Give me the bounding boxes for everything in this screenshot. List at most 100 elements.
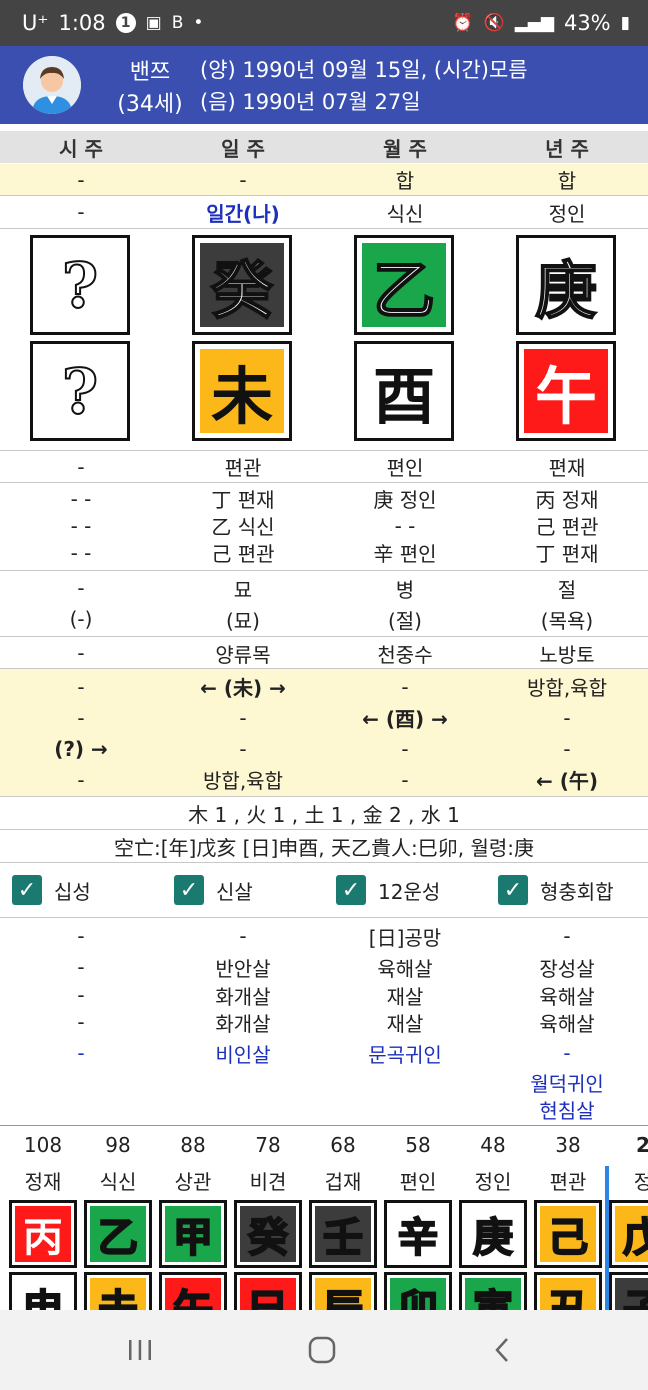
branch-tengod-row: - 편관 편인 편재: [0, 451, 648, 482]
checkbox-checked-icon[interactable]: ✓: [336, 875, 366, 905]
column-header-hour: 시 주: [59, 136, 103, 161]
back-icon[interactable]: [472, 1330, 532, 1370]
checkbox-checked-icon[interactable]: ✓: [174, 875, 204, 905]
daeun-stem-box[interactable]: 癸: [234, 1200, 302, 1268]
gongmang-text: 空亡:[年]戊亥 [日]申酉, 天乙貴人:巳卯, 월령:庚: [113, 835, 534, 860]
daeun-stem-box[interactable]: 甲: [159, 1200, 227, 1268]
sinsal-cell: -: [77, 924, 85, 948]
relation-cell: (?) →: [54, 736, 108, 761]
daeun-branch-box[interactable]: 午: [159, 1272, 227, 1310]
napeum-cell: -: [77, 641, 85, 665]
hidden-stem-cell: 丙 정재: [535, 488, 599, 512]
stem-box[interactable]: 乙: [354, 235, 454, 335]
profile-header: 밴쯔 (34세) (양) 1990년 09월 15일, (시간)모름 (음) 1…: [0, 46, 648, 124]
sinsal-cell: 재살: [386, 1011, 424, 1036]
home-icon[interactable]: [292, 1330, 352, 1370]
tengod-cell: 편인: [386, 456, 424, 480]
daeun-tengod: 정재: [24, 1170, 62, 1194]
relation-cell: -: [401, 767, 409, 792]
daeun-age: 68: [330, 1133, 356, 1157]
hap-cell: 합: [395, 169, 415, 193]
sinsal-row-7: 현침살: [0, 1095, 648, 1123]
hanja-character: 午: [534, 360, 597, 433]
branch-box[interactable]: 酉: [354, 341, 454, 441]
five-elements-summary: 木 1 , 火 1 , 土 1 , 金 2 , 水 1: [0, 798, 648, 828]
daeun-branch-box[interactable]: 寅: [459, 1272, 527, 1310]
daeun-stem-box[interactable]: 戊: [609, 1200, 648, 1268]
sinsal-row-2: - 반안살 육해살 장성살: [0, 953, 648, 981]
daeun-selected-highlight: [605, 1166, 609, 1310]
relation-cell: -: [401, 674, 409, 699]
hap-cell: 합: [557, 169, 577, 193]
stage-sub-cell: (묘): [225, 608, 260, 633]
daeun-tengod: 겁재: [324, 1170, 362, 1194]
dot-icon: •: [193, 13, 204, 33]
hidden-stems-row-2: - - 乙 식신 - - 己 편관: [0, 512, 648, 540]
profile-name: 밴쯔: [129, 60, 171, 85]
daeun-branch-box[interactable]: 巳: [234, 1272, 302, 1310]
daeun-branch-box[interactable]: 丑: [534, 1272, 602, 1310]
relation-cell: -: [563, 736, 571, 761]
stem-box[interactable]: 癸: [192, 235, 292, 335]
tengod-cell: 정인: [548, 201, 586, 226]
checkbox-12unsung[interactable]: ✓ 12운성: [336, 873, 440, 907]
daeun-strip[interactable]: 108 정재 丙申 98 식신 乙未 88 상관 甲午 78 비견 癸巳 68 겁재 壬辰 58 편인 辛卯 48 정…: [0, 1126, 648, 1310]
daeun-tengod: 상관: [174, 1170, 212, 1194]
daeun-stem-box[interactable]: 己: [534, 1200, 602, 1268]
checkbox-relations[interactable]: ✓ 형충회합: [498, 873, 614, 907]
gongmang-summary: 空亡:[年]戊亥 [日]申酉, 天乙貴人:巳卯, 월령:庚: [0, 831, 648, 861]
recent-apps-icon[interactable]: [110, 1330, 170, 1370]
battery-icon: ▮: [620, 13, 630, 33]
sinsal-cell: -: [77, 1010, 85, 1034]
b-app-icon: B: [171, 13, 184, 33]
relation-cell: -: [239, 736, 247, 761]
avatar-icon[interactable]: [23, 56, 81, 114]
daeun-branch-box[interactable]: 卯: [384, 1272, 452, 1310]
stage-sub-cell: (-): [69, 607, 93, 631]
sinsal-cell: 반안살: [215, 956, 271, 981]
checkbox-sipsung[interactable]: ✓ 십성: [12, 873, 91, 907]
daeun-stem-box[interactable]: 庚: [459, 1200, 527, 1268]
gallery-icon: ▣: [145, 13, 162, 33]
checkbox-checked-icon[interactable]: ✓: [12, 875, 42, 905]
daeun-branch-box[interactable]: 辰: [309, 1272, 377, 1310]
hanja-character: 午: [172, 1285, 214, 1310]
hidden-stems-row-1: - - 丁 편재 庚 정인 丙 정재: [0, 485, 648, 513]
sinsal-cell: 화개살: [215, 984, 271, 1009]
relation-cell: ← (酉) →: [362, 707, 448, 731]
five-elements-text: 木 1 , 火 1 , 土 1 , 金 2 , 水 1: [188, 802, 460, 827]
branch-box[interactable]: 未: [192, 341, 292, 441]
daeun-stem-box[interactable]: 乙: [84, 1200, 152, 1268]
daeun-branch-box[interactable]: 申: [9, 1272, 77, 1310]
checkbox-checked-icon[interactable]: ✓: [498, 875, 528, 905]
stem-box[interactable]: 庚: [516, 235, 616, 335]
napeum-cell: 천중수: [377, 642, 433, 667]
daeun-stem-box[interactable]: 丙: [9, 1200, 77, 1268]
sinsal-cell: 육해살: [377, 956, 433, 981]
hidden-stem-cell: - -: [394, 513, 416, 538]
hidden-stem-cell: - -: [70, 513, 92, 538]
daeun-branch-box[interactable]: 未: [84, 1272, 152, 1310]
stem-tengod-row: - 일간(나) 식신 정인: [0, 196, 648, 228]
daeun-age: 48: [480, 1133, 506, 1157]
hanja-character: 癸: [247, 1213, 289, 1262]
sinsal-cell: 육해살: [539, 1011, 595, 1036]
daeun-stem-box[interactable]: 壬: [309, 1200, 377, 1268]
hanja-character: 未: [97, 1285, 139, 1310]
tengod-cell: -: [77, 454, 85, 479]
sinsal-row-6: 월덕귀인: [0, 1068, 648, 1096]
branch-box[interactable]: 午: [516, 341, 616, 441]
tengod-cell: 식신: [386, 201, 424, 226]
daeun-stem-box[interactable]: 辛: [384, 1200, 452, 1268]
hap-cell: -: [77, 167, 85, 192]
branch-box[interactable]: ?: [30, 341, 130, 441]
relation-cell: -: [77, 705, 85, 730]
checkbox-label: 12운성: [378, 879, 441, 904]
hanja-character: 丑: [547, 1285, 589, 1310]
hap-cell: -: [239, 167, 247, 192]
daeun-branch-box[interactable]: 子: [609, 1272, 648, 1310]
checkbox-sinsal[interactable]: ✓ 신살: [174, 873, 253, 907]
signal-5g-icon: ▂▄▆: [514, 13, 554, 33]
stem-box[interactable]: ?: [30, 235, 130, 335]
system-nav-bar: [0, 1310, 648, 1390]
